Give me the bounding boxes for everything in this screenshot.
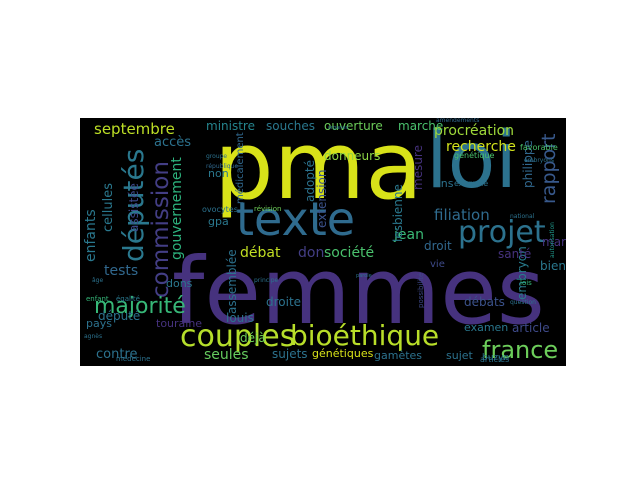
cloud-word: lesbienne <box>391 184 405 242</box>
cloud-word: national <box>510 213 535 220</box>
cloud-word: lois <box>520 279 532 287</box>
cloud-word: exemple <box>454 179 489 188</box>
cloud-word: santé <box>498 247 532 261</box>
cloud-word: possibilité <box>417 272 425 308</box>
cloud-word: gouvernement <box>169 157 185 260</box>
cloud-word: bien <box>540 259 566 273</box>
cloud-word: gamètes <box>374 349 423 362</box>
cloud-word: amendements <box>436 118 480 124</box>
cloud-word: filiation <box>434 206 490 224</box>
cloud-word: droit <box>424 239 452 253</box>
cloud-word: sujets <box>272 347 308 361</box>
cloud-word: tests <box>104 263 139 279</box>
cloud-word: extension <box>315 169 329 229</box>
cloud-word: déjà <box>240 331 266 345</box>
cloud-word: don <box>298 245 325 261</box>
cloud-word: assistée <box>127 183 141 232</box>
cloud-word: bioéthique <box>290 319 440 352</box>
cloud-word: pays <box>86 317 112 330</box>
word-cloud: pma loi femmes texte députés couples bioéthiqu… <box>80 118 566 366</box>
cloud-word: débats <box>464 295 505 309</box>
cloud-word: seules <box>204 347 249 363</box>
cloud-word: principe <box>254 277 279 284</box>
cloud-word: médecine <box>116 355 151 363</box>
cloud-word: enfants <box>83 209 99 262</box>
cloud-word: république <box>206 163 239 170</box>
cloud-word: mesure <box>411 145 425 190</box>
cloud-word: égalité <box>116 295 140 303</box>
cloud-word: organes <box>328 125 349 131</box>
cloud-word: vie <box>430 259 445 270</box>
cloud-word: accès <box>154 135 192 150</box>
cloud-word: droite <box>266 295 302 309</box>
cloud-word: texte <box>236 192 356 246</box>
cloud-word: cellules <box>101 183 116 232</box>
cloud-word: procréation <box>434 123 515 139</box>
cloud-word: article <box>512 321 550 335</box>
cloud-word: âge <box>92 277 104 284</box>
cloud-word: articles <box>480 355 510 364</box>
cloud-word: assemblée <box>225 249 239 314</box>
cloud-word: ans <box>434 177 454 190</box>
cloud-word: ovocytes <box>202 205 238 214</box>
cloud-word: ministre <box>206 119 255 133</box>
cloud-word: groupe <box>206 153 228 160</box>
cloud-word: parole <box>356 273 372 279</box>
cloud-word: gpa <box>208 215 229 228</box>
cloud-word: donneurs <box>324 149 381 163</box>
cloud-word: débat <box>240 245 281 261</box>
cloud-word: autorisation <box>549 222 556 258</box>
cloud-word: société <box>324 245 375 261</box>
cloud-word: embryons <box>524 157 554 164</box>
cloud-word: touraine <box>156 317 203 330</box>
cloud-word: souches <box>266 119 316 133</box>
cloud-word: agnès <box>84 333 103 340</box>
cloud-word: favorable <box>520 143 558 152</box>
cloud-word: révision <box>254 205 282 213</box>
cloud-word: génétique <box>454 151 495 160</box>
cloud-word: sujet <box>446 349 473 362</box>
cloud-word: génétiques <box>312 347 374 360</box>
cloud-word: question <box>510 299 536 306</box>
cloud-word: enfant <box>86 295 109 303</box>
cloud-word: examen <box>464 321 509 334</box>
cloud-word: dons <box>166 277 193 290</box>
